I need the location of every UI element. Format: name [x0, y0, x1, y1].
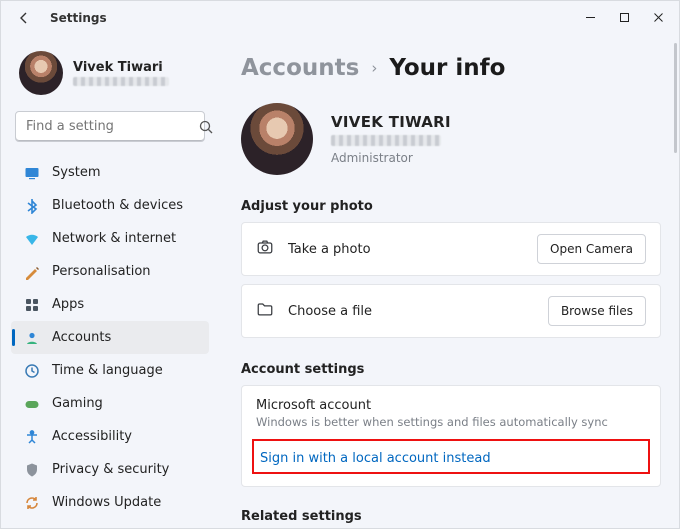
open-camera-button[interactable]: Open Camera	[537, 234, 646, 264]
account-desc: Windows is better when settings and file…	[242, 413, 660, 439]
sidebar: Vivek Tiwari System Bluetooth & devices	[1, 39, 217, 528]
card-choose-file: Choose a file Browse files	[241, 284, 661, 338]
sidebar-item-label: Gaming	[52, 396, 103, 411]
section-adjust-photo: Adjust your photo	[241, 199, 661, 214]
card-take-photo: Take a photo Open Camera	[241, 222, 661, 276]
update-icon	[23, 494, 40, 511]
sidebar-item-label: Bluetooth & devices	[52, 198, 183, 213]
sidebar-item-label: Time & language	[52, 363, 163, 378]
sidebar-item-bluetooth[interactable]: Bluetooth & devices	[11, 189, 209, 222]
system-icon	[23, 164, 40, 181]
close-button[interactable]	[641, 3, 675, 31]
sidebar-item-label: Apps	[52, 297, 84, 312]
sidebar-item-personalisation[interactable]: Personalisation	[11, 255, 209, 288]
section-related: Related settings	[241, 509, 661, 524]
personalisation-icon	[23, 263, 40, 280]
folder-icon	[256, 300, 274, 322]
sidebar-item-gaming[interactable]: Gaming	[11, 387, 209, 420]
breadcrumb: Accounts › Your info	[241, 39, 661, 97]
sidebar-item-label: Windows Update	[52, 495, 161, 510]
search-input[interactable]	[24, 118, 198, 135]
sidebar-item-system[interactable]: System	[11, 156, 209, 189]
take-photo-label: Take a photo	[288, 242, 523, 257]
apps-icon	[23, 296, 40, 313]
minimize-button[interactable]	[573, 3, 607, 31]
accessibility-icon	[23, 428, 40, 445]
sidebar-item-time[interactable]: Time & language	[11, 354, 209, 387]
local-account-link[interactable]: Sign in with a local account instead	[260, 451, 491, 466]
search-box[interactable]	[15, 111, 205, 142]
chevron-right-icon: ›	[371, 59, 377, 77]
sidebar-user-email	[73, 77, 169, 86]
header: Settings	[15, 9, 107, 26]
profile-avatar	[241, 103, 313, 175]
sidebar-item-label: Network & internet	[52, 231, 176, 246]
sidebar-item-network[interactable]: Network & internet	[11, 222, 209, 255]
window-title: Settings	[50, 11, 107, 25]
sidebar-item-label: Accounts	[52, 330, 111, 345]
time-icon	[23, 362, 40, 379]
maximize-button[interactable]	[607, 3, 641, 31]
avatar	[19, 51, 63, 95]
sidebar-user-name: Vivek Tiwari	[73, 60, 169, 75]
back-icon[interactable]	[15, 9, 32, 26]
privacy-icon	[23, 461, 40, 478]
card-account-settings: Microsoft account Windows is better when…	[241, 385, 661, 487]
settings-window: Settings Vivek Tiwari	[0, 0, 680, 529]
breadcrumb-parent[interactable]: Accounts	[241, 55, 359, 81]
sidebar-nav: System Bluetooth & devices Network & int…	[11, 156, 209, 519]
sidebar-item-label: Privacy & security	[52, 462, 169, 477]
camera-icon	[256, 238, 274, 260]
breadcrumb-current: Your info	[389, 55, 505, 81]
profile-role: Administrator	[331, 151, 451, 165]
sidebar-user[interactable]: Vivek Tiwari	[11, 47, 209, 109]
sidebar-item-accounts[interactable]: Accounts	[11, 321, 209, 354]
bluetooth-icon	[23, 197, 40, 214]
highlight-box: Sign in with a local account instead	[252, 439, 650, 474]
main-content: Accounts › Your info VIVEK TIWARI Admini…	[217, 39, 679, 528]
browse-files-button[interactable]: Browse files	[548, 296, 646, 326]
choose-file-label: Choose a file	[288, 304, 534, 319]
sidebar-item-privacy[interactable]: Privacy & security	[11, 453, 209, 486]
sidebar-item-apps[interactable]: Apps	[11, 288, 209, 321]
sidebar-item-label: Personalisation	[52, 264, 151, 279]
account-title: Microsoft account	[242, 386, 660, 413]
search-icon	[198, 118, 214, 135]
sidebar-item-label: System	[52, 165, 100, 180]
profile-header: VIVEK TIWARI Administrator	[241, 97, 661, 193]
accounts-icon	[23, 329, 40, 346]
sidebar-item-accessibility[interactable]: Accessibility	[11, 420, 209, 453]
network-icon	[23, 230, 40, 247]
profile-name: VIVEK TIWARI	[331, 113, 451, 131]
scrollbar[interactable]	[674, 43, 677, 153]
section-account-settings: Account settings	[241, 362, 661, 377]
sidebar-item-update[interactable]: Windows Update	[11, 486, 209, 519]
profile-email	[331, 135, 441, 146]
sidebar-item-label: Accessibility	[52, 429, 132, 444]
gaming-icon	[23, 395, 40, 412]
